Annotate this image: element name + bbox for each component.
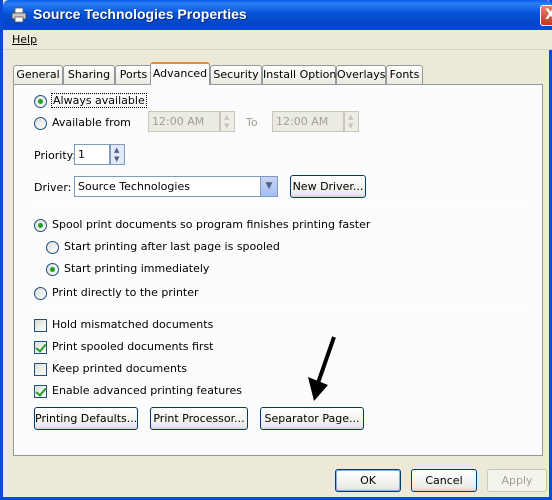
keep-printed-label[interactable]: Keep printed documents xyxy=(52,362,187,375)
separator-page-button[interactable]: Separator Page... xyxy=(260,407,364,430)
window-title: Source Technologies Properties xyxy=(33,6,247,22)
print-directly-label[interactable]: Print directly to the printer xyxy=(52,286,199,299)
title-bar[interactable]: Source Technologies Properties X xyxy=(3,0,552,30)
tab-security[interactable]: Security xyxy=(210,65,262,84)
priority-label: Priority: xyxy=(34,149,77,162)
always-available-label[interactable]: Always available xyxy=(51,93,147,108)
menu-bar: Help xyxy=(3,30,552,50)
enable-advanced-features-checkbox[interactable] xyxy=(34,385,47,398)
menu-help-label: Help xyxy=(12,33,38,46)
enable-advanced-features-label[interactable]: Enable advanced printing features xyxy=(52,384,242,397)
divider xyxy=(26,309,532,310)
tab-sharing[interactable]: Sharing xyxy=(63,65,115,84)
tab-ports[interactable]: Ports xyxy=(115,65,152,84)
print-spooled-first-label[interactable]: Print spooled documents first xyxy=(52,340,214,353)
from-time-field[interactable]: 12:00 AM xyxy=(148,111,220,132)
hold-mismatched-checkbox[interactable] xyxy=(34,319,47,332)
tab-general[interactable]: General xyxy=(13,65,63,84)
print-processor-button[interactable]: Print Processor... xyxy=(150,407,248,430)
printing-defaults-button[interactable]: Printing Defaults... xyxy=(34,407,138,430)
keep-printed-checkbox[interactable] xyxy=(34,363,47,376)
to-time-field[interactable]: 12:00 AM xyxy=(272,111,344,132)
tab-fonts[interactable]: Fonts xyxy=(386,65,423,84)
start-after-last-page-radio[interactable] xyxy=(46,241,59,254)
priority-field[interactable]: 1 xyxy=(74,144,110,165)
always-available-radio[interactable] xyxy=(34,95,47,108)
priority-spinner[interactable]: ▲ ▼ xyxy=(110,144,125,165)
to-label: To xyxy=(246,116,258,129)
print-spooled-first-checkbox[interactable] xyxy=(34,341,47,354)
tab-install-options[interactable]: Install Options xyxy=(262,65,342,84)
from-time-spinner[interactable]: ▲ ▼ xyxy=(220,111,235,132)
driver-label: Driver: xyxy=(34,181,72,194)
to-time-spinner[interactable]: ▲ ▼ xyxy=(344,111,359,132)
start-immediately-radio[interactable] xyxy=(46,263,59,276)
hold-mismatched-label[interactable]: Hold mismatched documents xyxy=(52,318,213,331)
tab-advanced[interactable]: Advanced xyxy=(150,62,210,85)
available-from-radio[interactable] xyxy=(34,117,47,130)
divider xyxy=(26,207,532,208)
arrow-annotation-icon xyxy=(308,336,336,401)
advanced-tab-panel: Always available Available from 12:00 AM… xyxy=(13,84,543,456)
apply-button[interactable]: Apply xyxy=(487,469,547,492)
tab-overlays[interactable]: Overlays xyxy=(336,65,386,84)
new-driver-button[interactable]: New Driver... xyxy=(290,175,366,198)
printer-icon xyxy=(11,7,27,23)
driver-value: Source Technologies xyxy=(78,180,190,193)
spool-label[interactable]: Spool print documents so program finishe… xyxy=(52,218,370,231)
print-directly-radio[interactable] xyxy=(34,287,47,300)
available-from-label[interactable]: Available from xyxy=(52,116,131,129)
chevron-down-icon[interactable]: ▼ xyxy=(260,177,277,196)
driver-combo[interactable]: Source Technologies ▼ xyxy=(74,176,278,197)
close-button[interactable]: X xyxy=(540,5,552,26)
start-after-last-page-label[interactable]: Start printing after last page is spoole… xyxy=(64,240,280,253)
properties-window: Source Technologies Properties X Help Ge… xyxy=(0,0,552,500)
start-immediately-label[interactable]: Start printing immediately xyxy=(64,262,209,275)
spool-radio[interactable] xyxy=(34,219,47,232)
cancel-button[interactable]: Cancel xyxy=(411,469,477,492)
ok-button[interactable]: OK xyxy=(335,469,401,492)
menu-help[interactable]: Help xyxy=(12,33,37,46)
